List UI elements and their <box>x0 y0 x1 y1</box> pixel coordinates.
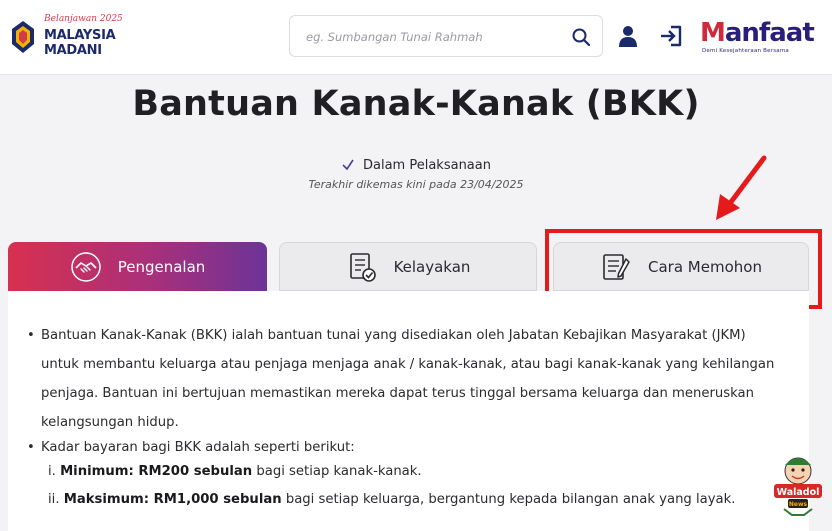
manfaat-logo[interactable]: Manfaat Demi Kesejahteraan Bersama <box>700 18 816 60</box>
tab-label: Kelayakan <box>393 257 471 276</box>
annotation-arrow-icon <box>716 155 767 220</box>
tab-pengenalan[interactable]: Pengenalan <box>8 242 267 291</box>
search-icon[interactable] <box>571 27 591 47</box>
rates-heading: Kadar bayaran bagi BKK adalah seperti be… <box>41 440 355 455</box>
logo-tagline: Belanjawan 2025 <box>44 14 123 24</box>
user-icon[interactable] <box>618 24 638 48</box>
bullet-dot: • <box>27 328 35 343</box>
status-label: Dalam Pelaksanaan <box>363 157 491 173</box>
check-icon <box>342 159 354 171</box>
logo-text-line1: MALAYSIA <box>44 28 116 43</box>
waladol-news-watermark: Waladol News <box>774 457 822 516</box>
bullet-dot: • <box>27 440 35 455</box>
handshake-icon <box>70 251 101 282</box>
manfaat-wordmark: Manfaat <box>700 18 815 48</box>
svg-text:Waladol: Waladol <box>777 487 820 498</box>
madani-emblem-icon <box>12 21 34 53</box>
rate-minimum: i. Minimum: RM200 sebulan bagi setiap ka… <box>48 464 422 479</box>
svg-text:News: News <box>789 501 808 508</box>
malaysia-madani-logo[interactable]: Belanjawan 2025 MALAYSIA MADANI <box>8 14 123 60</box>
search-box <box>289 15 603 57</box>
page-title: Bantuan Kanak-Kanak (BKK) <box>132 84 700 124</box>
intro-paragraph: Bantuan Kanak-Kanak (BKK) ialah bantuan … <box>41 328 775 430</box>
list-item: • Bantuan Kanak-Kanak (BKK) ialah bantua… <box>27 321 786 437</box>
login-icon[interactable] <box>659 25 683 47</box>
rate-maximum: ii. Maksimum: RM1,000 sebulan bagi setia… <box>48 492 736 507</box>
logo-text-line2: MADANI <box>44 43 102 58</box>
tab-label: Pengenalan <box>117 257 206 276</box>
list-item: • Kadar bayaran bagi BKK adalah seperti … <box>27 433 786 462</box>
tab-kelayakan[interactable]: Kelayakan <box>279 242 537 291</box>
manfaat-subtitle: Demi Kesejahteraan Bersama <box>702 48 789 54</box>
search-input[interactable] <box>304 26 558 48</box>
site-header: Belanjawan 2025 MALAYSIA MADANI Manfaat … <box>0 0 832 75</box>
checklist-icon <box>349 252 376 282</box>
